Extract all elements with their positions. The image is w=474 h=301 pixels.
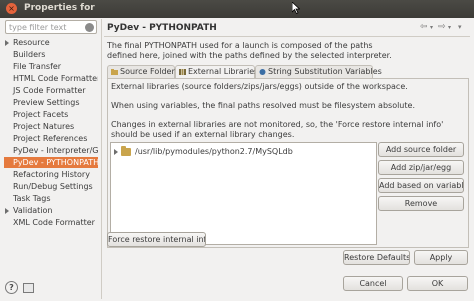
tab-label: Source Folders xyxy=(120,67,179,76)
view-menu-icon[interactable]: ▾ xyxy=(458,23,462,31)
list-item[interactable]: /usr/lib/pymodules/python2.7/MySQLdb xyxy=(113,146,373,158)
tree-item-label: File Transfer xyxy=(13,62,62,71)
force-restore-button[interactable]: Force restore internal info xyxy=(107,232,206,247)
add-based-on-variable-button[interactable]: Add based on variable xyxy=(378,178,464,193)
library-icon xyxy=(179,69,186,75)
tree-item-label: Project Facets xyxy=(13,110,69,119)
folder-icon xyxy=(111,69,118,75)
tree-item-label: Refactoring History xyxy=(13,170,90,179)
tab-source-folders[interactable]: Source Folders xyxy=(107,65,179,78)
tree-item-js-code-formatter[interactable]: JS Code Formatter xyxy=(4,85,98,96)
tree-item-label: Run/Debug Settings xyxy=(13,182,93,191)
library-list[interactable]: /usr/lib/pymodules/python2.7/MySQLdb xyxy=(110,142,377,245)
help-icon[interactable]: ? xyxy=(5,281,18,294)
back-arrow-icon[interactable]: ⇦ xyxy=(420,22,428,32)
filter-placeholder: type filter text xyxy=(9,23,67,32)
panel-text-line: should be used if an external library ch… xyxy=(111,130,295,139)
tree-item-task-tags[interactable]: Task Tags xyxy=(4,193,98,204)
close-window-button[interactable]: × xyxy=(6,3,17,14)
page-description: The final PYTHONPATH used for a launch i… xyxy=(107,41,457,61)
forward-dropdown-icon[interactable]: ▾ xyxy=(448,24,451,31)
tree-item-resource[interactable]: Resource xyxy=(4,37,98,48)
tree-item-label: Project References xyxy=(13,134,88,143)
filter-input[interactable]: type filter text xyxy=(5,20,97,34)
panel-text-line: External libraries (source folders/zips/… xyxy=(111,82,408,91)
tree-item-label: XML Code Formatter xyxy=(13,218,95,227)
tab-label: External Libraries xyxy=(188,67,259,76)
page-nav-buttons: ⇦ ▾ ⇨ ▾ ▾ xyxy=(420,22,470,33)
tree-item-html-code-formatter[interactable]: HTML Code Formatter xyxy=(4,73,98,84)
tree-item-project-references[interactable]: Project References xyxy=(4,133,98,144)
mouse-cursor-icon xyxy=(292,2,300,14)
tab-external-libraries[interactable]: External Libraries xyxy=(175,65,259,79)
add-source-folder-button[interactable]: Add source folder xyxy=(378,142,464,157)
cancel-button[interactable]: Cancel xyxy=(343,276,403,291)
add-zip-jar-egg-button[interactable]: Add zip/jar/egg xyxy=(378,160,464,175)
tree-item-label: PyDev - PYTHONPATH xyxy=(13,158,98,167)
expand-arrow-icon[interactable] xyxy=(5,40,9,46)
tab-string-substitution[interactable]: String Substitution Variables xyxy=(255,65,382,78)
tree-item-label: Resource xyxy=(13,38,50,47)
panel-text-line: Changes in external libraries are not mo… xyxy=(111,120,444,129)
panel-text-line: When using variables, the final paths re… xyxy=(111,101,415,110)
window-titlebar: × Properties for xyxy=(0,0,474,18)
restore-defaults-button[interactable]: Restore Defaults xyxy=(343,250,410,265)
tree-item-refactoring-history[interactable]: Refactoring History xyxy=(4,169,98,180)
variable-icon xyxy=(259,69,266,75)
description-line: defined here, joined with the paths defi… xyxy=(107,51,392,60)
tree-item-label: Preview Settings xyxy=(13,98,80,107)
tree-item-label: HTML Code Formatter xyxy=(13,74,98,83)
back-dropdown-icon[interactable]: ▾ xyxy=(430,24,433,31)
panel-text: External libraries (source folders/zips/… xyxy=(111,82,461,140)
title-separator xyxy=(104,36,470,37)
expand-arrow-icon[interactable] xyxy=(5,208,9,214)
tree-item-validation[interactable]: Validation xyxy=(4,205,98,216)
tree-item-label: Project Natures xyxy=(13,122,75,131)
window-title: Properties for xyxy=(24,3,95,13)
bottom-left-icons: ? xyxy=(5,281,35,295)
tree-item-label: Builders xyxy=(13,50,46,59)
remove-button[interactable]: Remove xyxy=(378,196,464,211)
tree-item-project-natures[interactable]: Project Natures xyxy=(4,121,98,132)
tree-item-project-facets[interactable]: Project Facets xyxy=(4,109,98,120)
tree-item-xml-code-formatter[interactable]: XML Code Formatter xyxy=(4,217,98,228)
folder-icon xyxy=(121,146,131,156)
description-line: The final PYTHONPATH used for a launch i… xyxy=(107,41,373,50)
tree-item-label: Task Tags xyxy=(13,194,51,203)
library-path: /usr/lib/pymodules/python2.7/MySQLdb xyxy=(135,147,293,156)
external-libraries-panel: External libraries (source folders/zips/… xyxy=(107,78,469,248)
tree-item-label: Validation xyxy=(13,206,53,215)
tab-label: String Substitution Variables xyxy=(268,67,382,76)
page-title: PyDev - PYTHONPATH xyxy=(107,23,217,33)
tree-item-run-debug-settings[interactable]: Run/Debug Settings xyxy=(4,181,98,192)
ok-button[interactable]: OK xyxy=(407,276,468,291)
tree-item-file-transfer[interactable]: File Transfer xyxy=(4,61,98,72)
tree-item-pydev-interpreter[interactable]: PyDev - Interpreter/Gra xyxy=(4,145,98,156)
tree-item-builders[interactable]: Builders xyxy=(4,49,98,60)
apply-button[interactable]: Apply xyxy=(414,250,468,265)
tree-item-label: JS Code Formatter xyxy=(13,86,86,95)
import-icon[interactable] xyxy=(23,283,34,293)
tree-item-pydev-pythonpath[interactable]: PyDev - PYTHONPATH xyxy=(4,157,98,168)
sash-divider[interactable] xyxy=(101,19,102,299)
property-tree: Resource Builders File Transfer HTML Cod… xyxy=(4,37,98,277)
clear-filter-icon[interactable] xyxy=(85,23,94,32)
forward-arrow-icon[interactable]: ⇨ xyxy=(438,22,446,32)
tree-item-label: PyDev - Interpreter/Gra xyxy=(13,146,98,155)
expand-arrow-icon[interactable] xyxy=(114,149,118,155)
tree-item-preview-settings[interactable]: Preview Settings xyxy=(4,97,98,108)
